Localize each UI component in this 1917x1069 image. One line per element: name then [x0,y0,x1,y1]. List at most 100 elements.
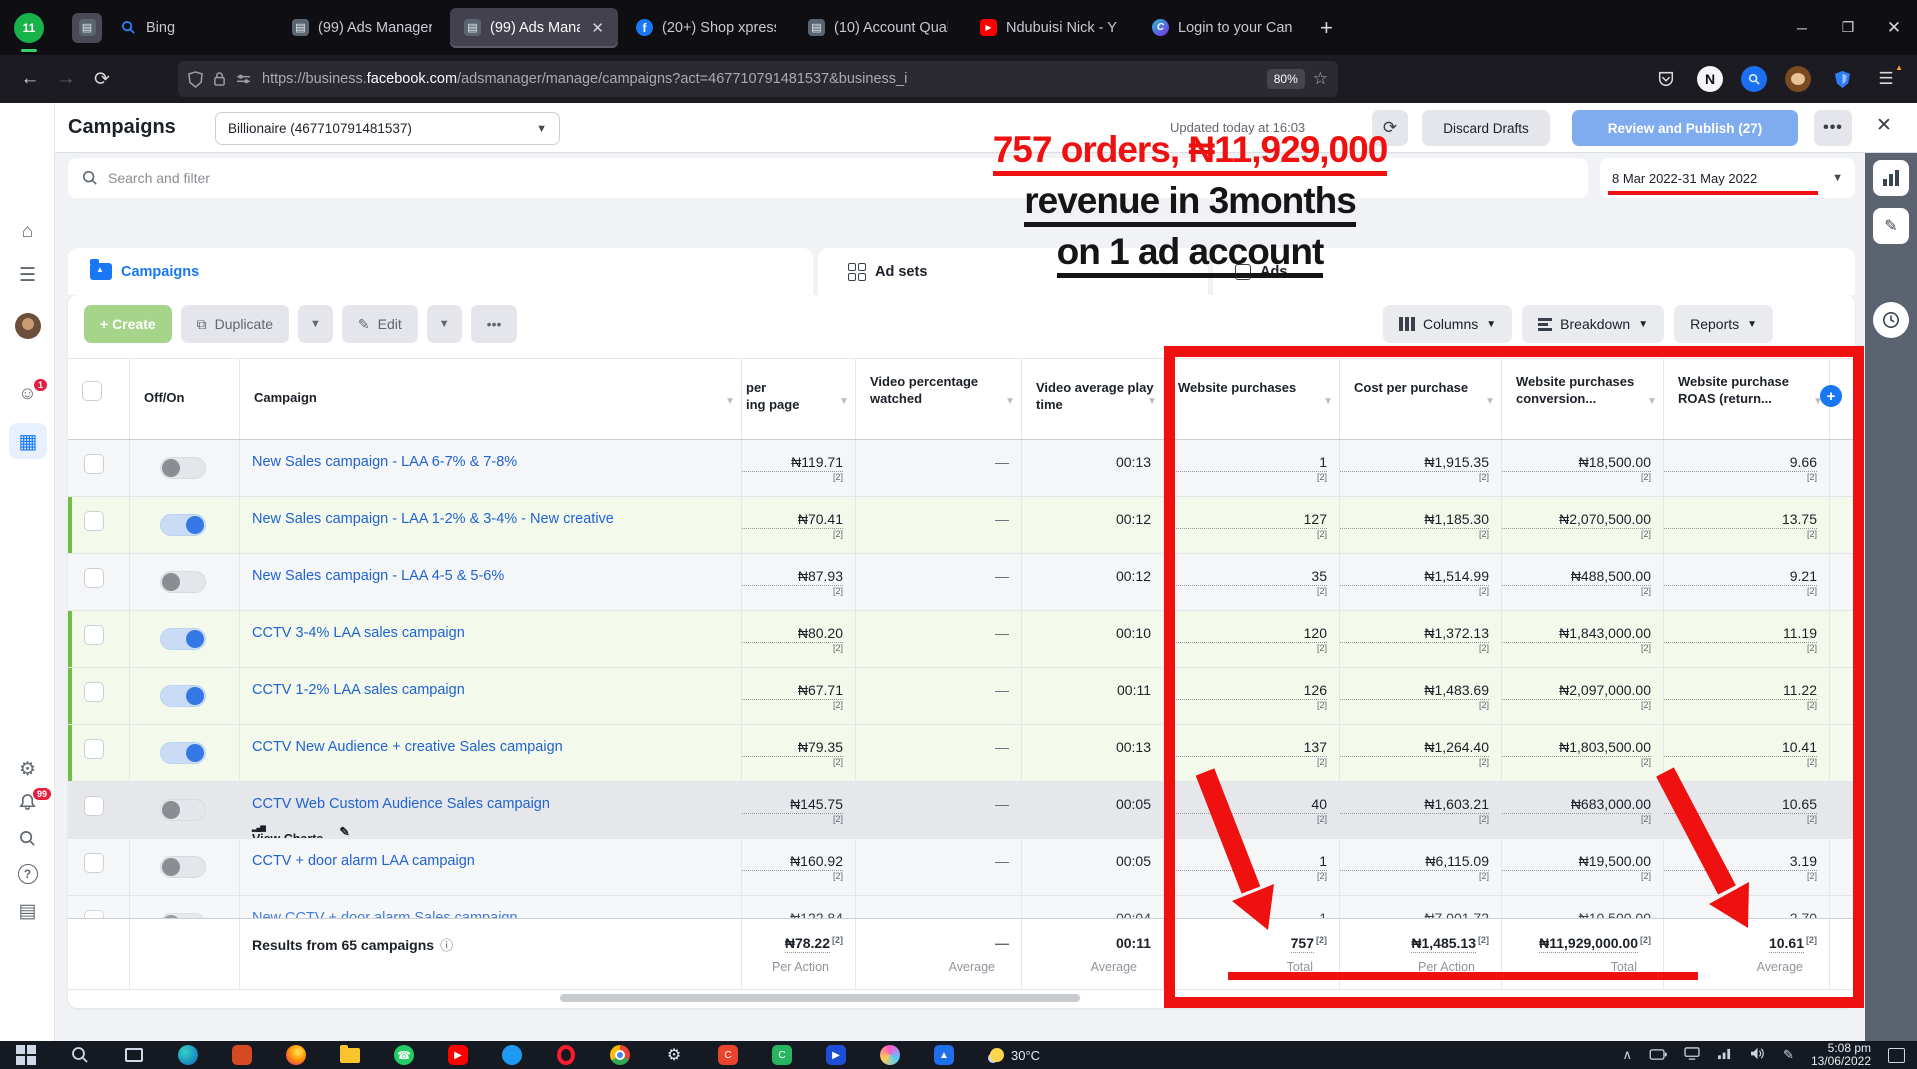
profile-avatar[interactable] [15,313,41,339]
campaign-link[interactable]: CCTV 3-4% LAA sales campaign [252,625,465,641]
cost-per-landing-cell-value[interactable]: ₦87.93 [742,568,843,586]
website-purchases-cell-value[interactable]: 1 [1164,454,1327,472]
campaign-link[interactable]: CCTV Web Custom Audience Sales campaign [252,796,550,812]
office-app-icon[interactable] [230,1043,254,1067]
tab-ads-manager-1[interactable]: (99) Ads Manager [278,8,446,48]
cost-per-landing-cell-value[interactable]: ₦67.71 [742,682,843,700]
column-header-offon[interactable]: Off/On [130,359,240,439]
browser-menu-icon[interactable]: ☰ [1873,66,1899,92]
video-percentage-cell-value[interactable]: — [856,739,1009,755]
video-average-cell-value[interactable]: 00:10 [1022,625,1151,641]
task-view-icon[interactable] [122,1043,146,1067]
clock-widget[interactable]: 5:08 pm 13/06/2022 [1811,1042,1871,1068]
display-icon[interactable] [1684,1047,1700,1063]
roas-cell-value[interactable]: 9.66 [1664,454,1817,472]
ad-account-dropdown[interactable]: Billionaire (467710791481537) ▼ [215,112,560,145]
cost-per-purchase-cell-value[interactable]: ₦6,115.09 [1340,853,1489,871]
video-percentage-cell-value[interactable]: — [856,796,1009,812]
settings-gear-icon[interactable]: ⚙ [0,758,55,781]
firefox-account-avatar[interactable]: N [1697,66,1723,92]
roas-cell-value[interactable]: 10.41 [1664,739,1817,757]
campaign-toggle[interactable] [160,742,206,764]
conversion-value-cell-value[interactable]: ₦19,500.00 [1502,853,1651,871]
roas-cell-value[interactable]: 11.22 [1664,682,1817,700]
tab-shop-xpress[interactable]: f (20+) Shop xpress [622,8,790,48]
notifications-bell-icon[interactable]: 99 [0,793,55,817]
conversion-value-cell-value[interactable]: ₦2,070,500.00 [1502,511,1651,529]
home-icon[interactable]: ⌂ [0,221,55,243]
roas-cell-value[interactable]: 3.19 [1664,853,1817,871]
website-purchases-cell-value[interactable]: 40 [1164,796,1327,814]
row-checkbox[interactable] [84,796,104,816]
video-percentage-cell-value[interactable]: — [856,682,1009,698]
edit-dropdown-button[interactable]: ▼ [427,305,462,343]
campaign-toggle[interactable] [160,514,206,536]
help-icon[interactable]: ? [0,864,55,884]
battery-icon[interactable] [1649,1048,1667,1063]
pinned-tab-whatsapp-icon[interactable]: 11 [14,13,44,43]
red-app-icon[interactable]: C [716,1043,740,1067]
column-header-roas[interactable]: Website purchase ROAS (return...▼ [1664,359,1830,439]
tab-account-quality[interactable]: (10) Account Qual [794,8,962,48]
column-header-video-percentage[interactable]: Video percentage watched▼ [856,359,1022,439]
url-text[interactable]: https://business.facebook.com/adsmanager… [262,71,1259,87]
cost-per-purchase-cell-value[interactable]: ₦1,603.21 [1340,796,1489,814]
video-average-cell-value[interactable]: 00:11 [1022,682,1151,698]
website-purchases-cell-value[interactable]: 1 [1164,853,1327,871]
row-checkbox[interactable] [84,853,104,873]
column-header-website-purchases[interactable]: Website purchases▼ [1164,359,1340,439]
pen-icon[interactable]: ✎ [1783,1047,1794,1063]
tab-campaigns[interactable]: Campaigns [68,263,199,280]
info-icon[interactable]: ⓘ [440,938,453,953]
video-average-cell-value[interactable]: 00:13 [1022,739,1151,755]
video-percentage-cell-value[interactable]: — [856,625,1009,641]
edit-panel-icon[interactable]: ✎ [1873,208,1909,244]
conversion-value-cell-value[interactable]: ₦1,803,500.00 [1502,739,1651,757]
conversion-value-cell-value[interactable]: ₦683,000.00 [1502,796,1651,814]
conversion-value-cell-value[interactable]: ₦488,500.00 [1502,568,1651,586]
cost-per-landing-cell-value[interactable]: ₦70.41 [742,511,843,529]
network-icon[interactable] [1717,1048,1733,1063]
tab-ads[interactable]: Ads [1213,264,1287,280]
website-purchases-cell-value[interactable]: 35 [1164,568,1327,586]
photos-icon[interactable]: ▲ [932,1043,956,1067]
discard-drafts-button[interactable]: Discard Drafts [1422,110,1550,146]
view-charts-link[interactable]: ▂▄▆ View Charts [252,824,323,838]
tab-ad-sets[interactable]: Ad sets [818,263,927,281]
columns-button[interactable]: Columns▼ [1383,305,1512,343]
duplicate-dropdown-button[interactable]: ▼ [298,305,333,343]
edit-button[interactable]: ✎Edit [342,305,418,343]
campaign-link[interactable]: CCTV + door alarm LAA campaign [252,853,475,869]
start-button[interactable] [14,1043,38,1067]
cost-per-purchase-cell-value[interactable]: ₦1,915.35 [1340,454,1489,472]
search-and-filter-bar[interactable] [68,158,1588,198]
extension-icon[interactable] [1741,66,1767,92]
twitter-icon[interactable] [500,1043,524,1067]
tracking-shield-icon[interactable] [188,71,203,88]
campaign-toggle[interactable] [160,856,206,878]
video-percentage-cell-value[interactable]: — [856,853,1009,869]
cost-per-purchase-cell-value[interactable]: ₦1,372.13 [1340,625,1489,643]
ads-manager-grid-icon[interactable]: ▦ [9,423,47,459]
cost-per-landing-cell-value[interactable]: ₦160.92 [742,853,843,871]
column-header-purchases-conversion[interactable]: Website purchases conversion...▼ [1502,359,1664,439]
url-bar[interactable]: https://business.facebook.com/adsmanager… [178,61,1338,97]
close-icon[interactable]: ✕ [1876,114,1892,137]
campaign-link[interactable]: New Sales campaign - LAA 6-7% & 7-8% [252,454,517,470]
tab-youtube[interactable]: Ndubuisi Nick - Y [966,8,1134,48]
green-app-icon[interactable]: C [770,1043,794,1067]
shield-extension-icon[interactable] [1829,66,1855,92]
row-checkbox[interactable] [84,682,104,702]
weather-widget[interactable]: 30°C [990,1048,1040,1063]
back-button[interactable]: ← [12,68,48,90]
column-header-video-average[interactable]: Video average play time▼ [1022,359,1164,439]
website-purchases-cell-value[interactable]: 127 [1164,511,1327,529]
cost-per-landing-cell-value[interactable]: ₦79.35 [742,739,843,757]
search-input[interactable] [108,170,1574,186]
campaign-toggle[interactable] [160,799,206,821]
new-tab-button[interactable]: + [1320,15,1333,41]
campaign-toggle[interactable] [160,628,206,650]
campaign-link[interactable]: New Sales campaign - LAA 4-5 & 5-6% [252,568,504,584]
main-menu-icon[interactable]: ☰ [0,264,55,287]
video-percentage-cell-value[interactable]: — [856,454,1009,470]
